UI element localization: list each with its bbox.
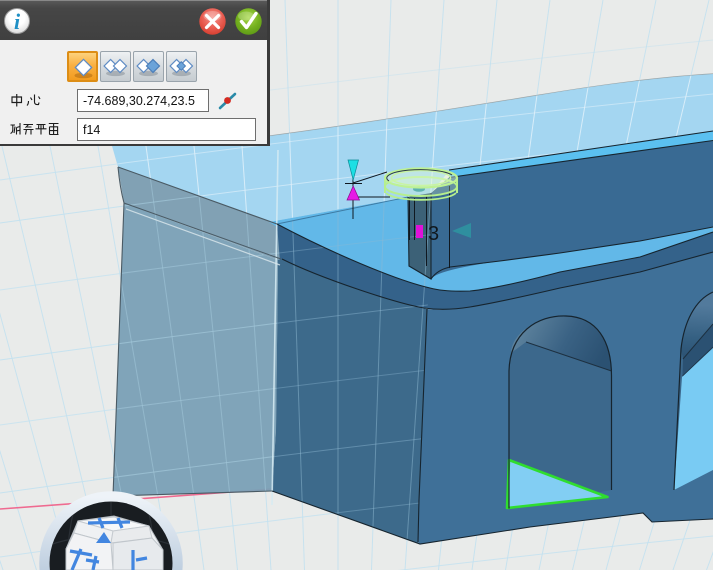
svg-text:3: 3 <box>428 223 439 245</box>
